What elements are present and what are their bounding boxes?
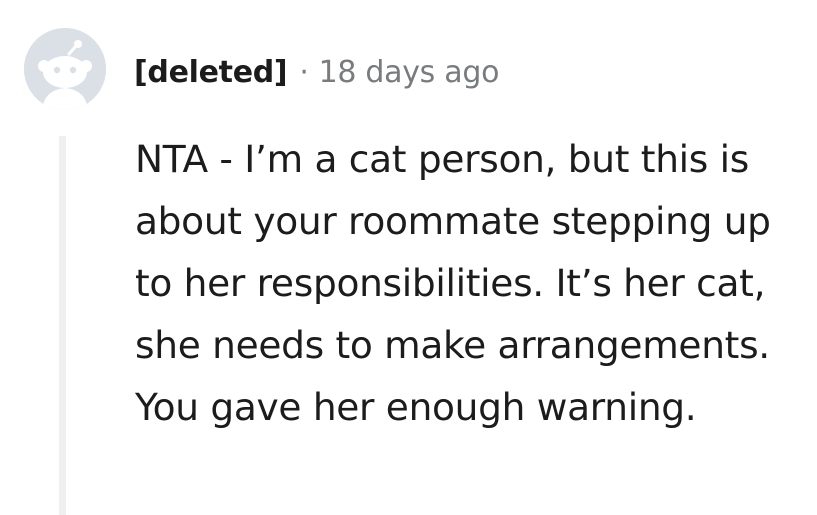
thread-collapse-line[interactable] [59, 136, 66, 515]
default-snoo-avatar-icon [24, 28, 106, 110]
comment-meta: [deleted] · 18 days ago [134, 52, 499, 92]
comment-timestamp[interactable]: 18 days ago [319, 55, 500, 90]
comment-body: NTA - I’m a cat person, but this is abou… [135, 137, 771, 429]
avatar[interactable] [24, 28, 106, 110]
comment-author[interactable]: [deleted] [134, 55, 288, 90]
meta-separator: · [299, 54, 309, 90]
